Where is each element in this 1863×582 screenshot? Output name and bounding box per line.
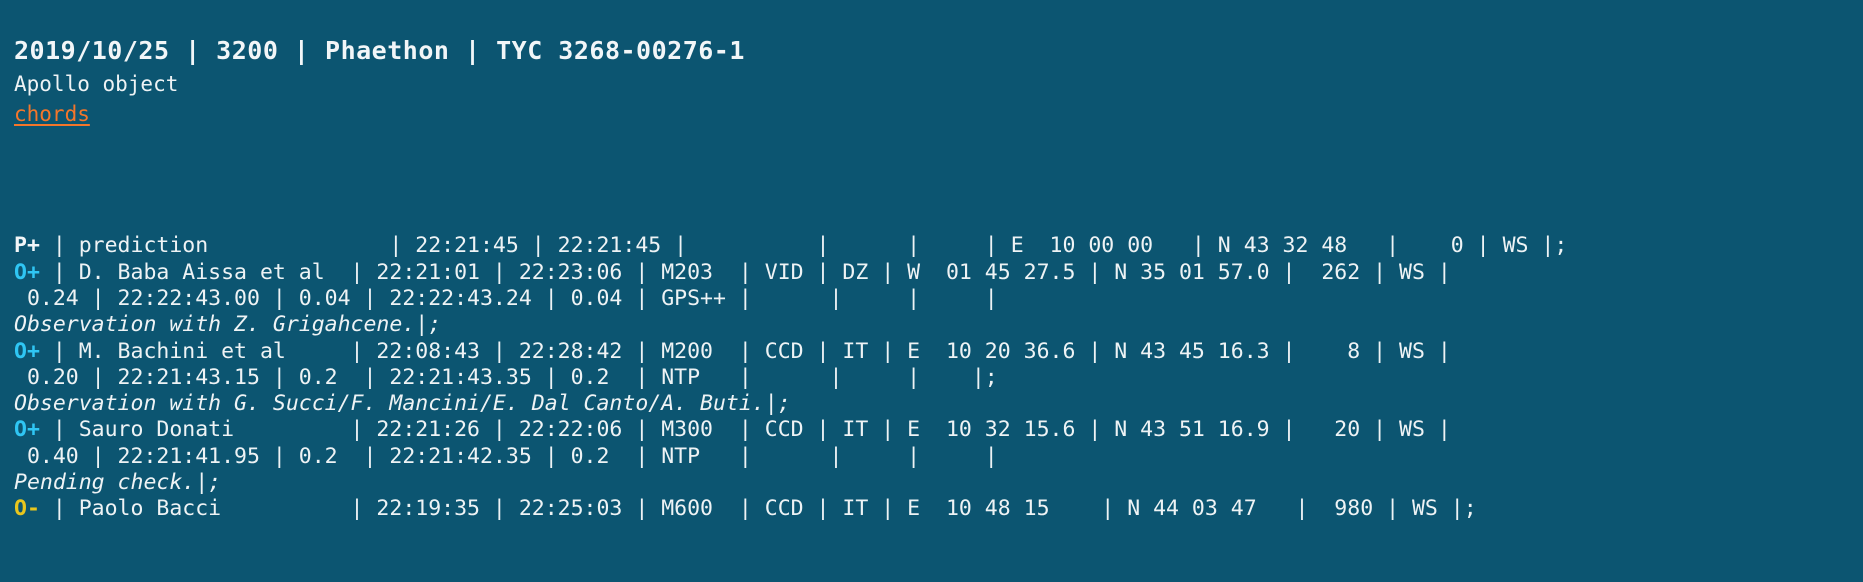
observation-records: P+ | prediction | 22:21:45 | 22:21:45 | … [14,154,1863,522]
record-note: Pending check.|; [14,470,222,495]
record-row: P+ | prediction | 22:21:45 | 22:21:45 | … [14,233,1863,259]
record-detail-row: 0.40 | 22:21:41.95 | 0.2 | 22:21:42.35 |… [14,443,998,469]
record-note: Observation with Z. Grigahcene.|; [14,312,442,338]
record-main-text: | Sauro Donati | 22:21:26 | 22:22:06 | M… [39,417,1451,443]
record-status-flag: O+ [14,259,40,285]
record-main-text: | prediction | 22:21:45 | 22:21:45 | | |… [39,233,1568,259]
record-status-flag: O+ [14,338,40,364]
record-status-flag: O- [14,496,40,522]
record-status-flag: O+ [14,417,40,443]
record-row: O- | Paolo Bacci | 22:19:35 | 22:25:03 |… [14,496,1863,522]
record-row: O+ | D. Baba Aissa et al | 22:21:01 | 22… [14,260,1863,286]
record-main-text: | D. Baba Aissa et al | 22:21:01 | 22:23… [39,259,1451,285]
object-class-label: Apollo object [14,71,179,96]
record-row: O+ | Sauro Donati | 22:21:26 | 22:22:06 … [14,417,1863,443]
record-detail-row: 0.20 | 22:21:43.15 | 0.2 | 22:21:43.35 |… [14,364,998,390]
report-page: 2019/10/25 | 3200 | Phaethon | TYC 3268-… [0,0,1863,523]
page-title: 2019/10/25 | 3200 | Phaethon | TYC 3268-… [14,36,745,65]
record-main-text: | Paolo Bacci | 22:19:35 | 22:25:03 | M6… [39,496,1477,522]
record-status-flag: P+ [14,233,40,259]
chords-link[interactable]: chords [14,100,90,128]
record-note: Observation with G. Succi/F. Mancini/E. … [14,391,791,417]
record-row: O+ | M. Bachini et al | 22:08:43 | 22:28… [14,339,1863,365]
record-main-text: | M. Bachini et al | 22:08:43 | 22:28:42… [39,338,1451,364]
record-detail-row: 0.24 | 22:22:43.00 | 0.04 | 22:22:43.24 … [14,285,998,311]
